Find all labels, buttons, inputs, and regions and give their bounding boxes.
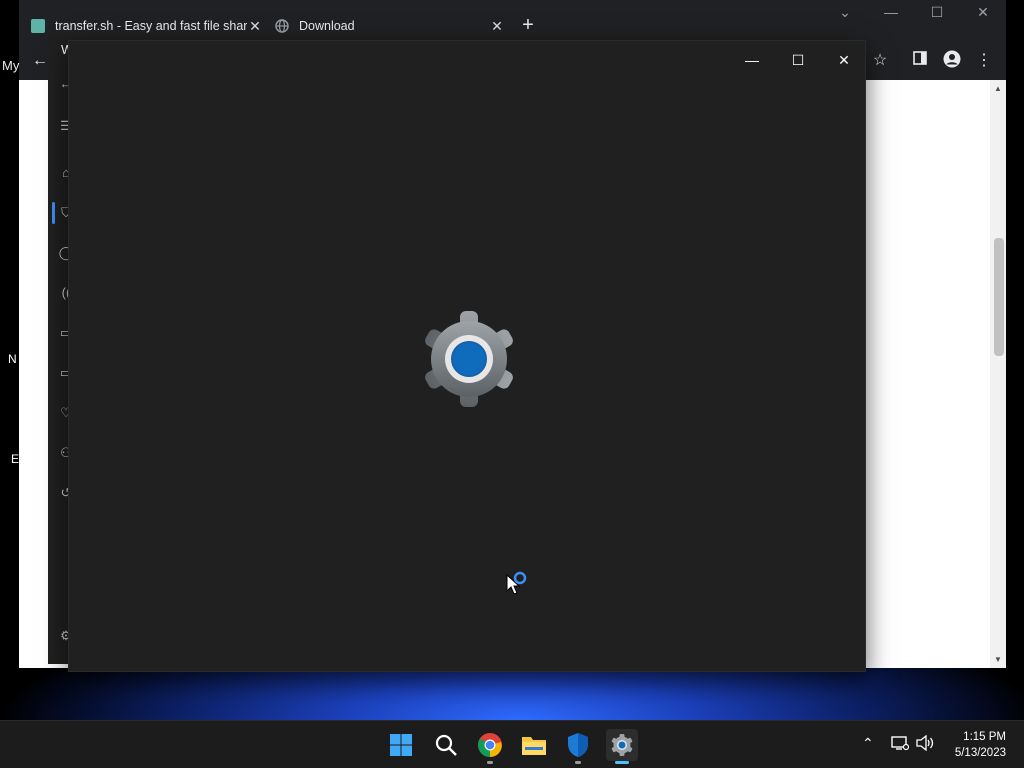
start-icon <box>390 734 412 756</box>
profile-icon[interactable] <box>941 50 963 72</box>
active-indicator <box>615 761 629 764</box>
close-icon[interactable]: ✕ <box>969 4 997 21</box>
star-icon[interactable]: ☆ <box>869 50 891 72</box>
page-scrollbar[interactable]: ▲ ▼ <box>990 80 1006 668</box>
chrome-icon <box>478 733 502 757</box>
maximize-icon[interactable]: ☐ <box>783 47 813 73</box>
bookmark-label[interactable]: My <box>2 58 19 73</box>
tab-search-icon[interactable]: ⌄ <box>831 4 859 21</box>
search-icon <box>435 734 457 756</box>
start-button[interactable] <box>385 729 417 761</box>
taskbar: ⌃ 1:15 PM 5/13/2023 <box>0 720 1024 768</box>
volume-icon[interactable] <box>915 734 935 754</box>
settings-taskbar-button[interactable] <box>606 729 638 764</box>
nav-selection-indicator <box>52 202 55 224</box>
side-panel-icon[interactable] <box>909 50 931 72</box>
running-indicator <box>487 761 493 764</box>
file-explorer-icon <box>522 737 546 755</box>
search-button[interactable] <box>430 729 462 761</box>
settings-icon <box>611 734 633 756</box>
close-tab-icon[interactable]: ✕ <box>247 18 263 35</box>
close-icon[interactable]: ✕ <box>829 47 859 73</box>
more-menu-icon[interactable]: ⋮ <box>973 50 995 72</box>
tab-title: transfer.sh - Easy and fast file sharing… <box>55 19 247 33</box>
clock-time: 1:15 PM <box>963 731 1006 743</box>
scroll-up-icon[interactable]: ▲ <box>990 84 1006 93</box>
settings-gear-icon <box>419 309 519 409</box>
globe-icon <box>275 19 289 33</box>
clock-date: 5/13/2023 <box>954 747 1006 759</box>
windows-security-button[interactable] <box>562 729 594 764</box>
close-tab-icon[interactable]: ✕ <box>489 18 505 35</box>
network-icon[interactable] <box>891 735 910 754</box>
chevron-up-icon[interactable]: ⌃ <box>862 735 874 752</box>
clock[interactable]: 1:15 PM 5/13/2023 <box>955 729 1006 761</box>
minimize-icon[interactable]: — <box>877 4 905 20</box>
chrome-taskbar-button[interactable] <box>474 729 506 764</box>
maximize-icon[interactable]: ☐ <box>923 4 951 21</box>
new-tab-button[interactable]: + <box>519 14 537 36</box>
file-explorer-button[interactable] <box>518 729 550 761</box>
minimize-icon[interactable]: — <box>737 47 767 73</box>
running-indicator <box>575 761 581 764</box>
windows-security-icon <box>568 733 588 757</box>
settings-window: — ☐ ✕ <box>68 40 866 672</box>
tab-title: Download <box>299 19 355 33</box>
transfer-favicon-icon <box>31 19 45 33</box>
busy-cursor-icon <box>505 571 535 601</box>
scroll-down-icon[interactable]: ▼ <box>990 655 1006 664</box>
scroll-thumb[interactable] <box>994 238 1004 356</box>
